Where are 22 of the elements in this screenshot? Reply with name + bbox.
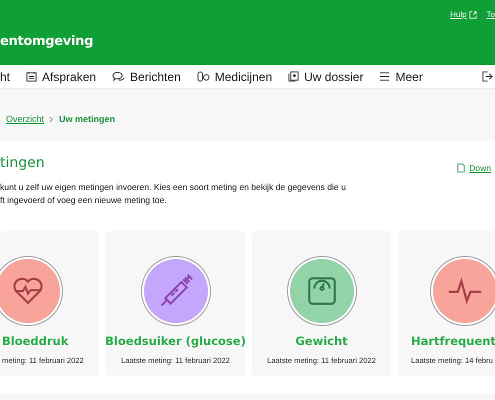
pdf-icon [457, 163, 466, 173]
nav-tab[interactable]: Medicijnen [196, 66, 272, 86]
logout-icon[interactable] [482, 71, 493, 82]
calendar-icon [26, 71, 38, 82]
document-icon [288, 71, 300, 82]
nav-tab[interactable]: Berichten [112, 66, 181, 86]
pills-icon [196, 71, 210, 82]
current-page-label: Uw metingen [59, 114, 116, 124]
chat-icon [112, 71, 126, 82]
nav-tab[interactable]: ht [0, 66, 10, 86]
nav-tab[interactable]: Meer [379, 66, 423, 86]
card-title: Bloedsuiker (glucose) [106, 334, 245, 348]
nav-tab[interactable]: Afspraken [26, 66, 96, 86]
app-title: entomgeving [0, 34, 94, 49]
download-link[interactable]: Down [457, 163, 491, 173]
card-title: Gewicht [295, 334, 348, 348]
card-title: Bloeddruk [2, 334, 68, 348]
intro-text: kunt u zelf uw eigen metingen invoeren. Kies een soort meting en bekijk de gegevens die u ft ingevoerd of voeg een nieuwe meting toe. [0, 181, 347, 207]
nav-tab[interactable]: Uw dossier [288, 66, 364, 86]
chevron-icon [49, 116, 54, 122]
menu-icon [379, 71, 390, 82]
page-heading: tingen [0, 155, 45, 171]
